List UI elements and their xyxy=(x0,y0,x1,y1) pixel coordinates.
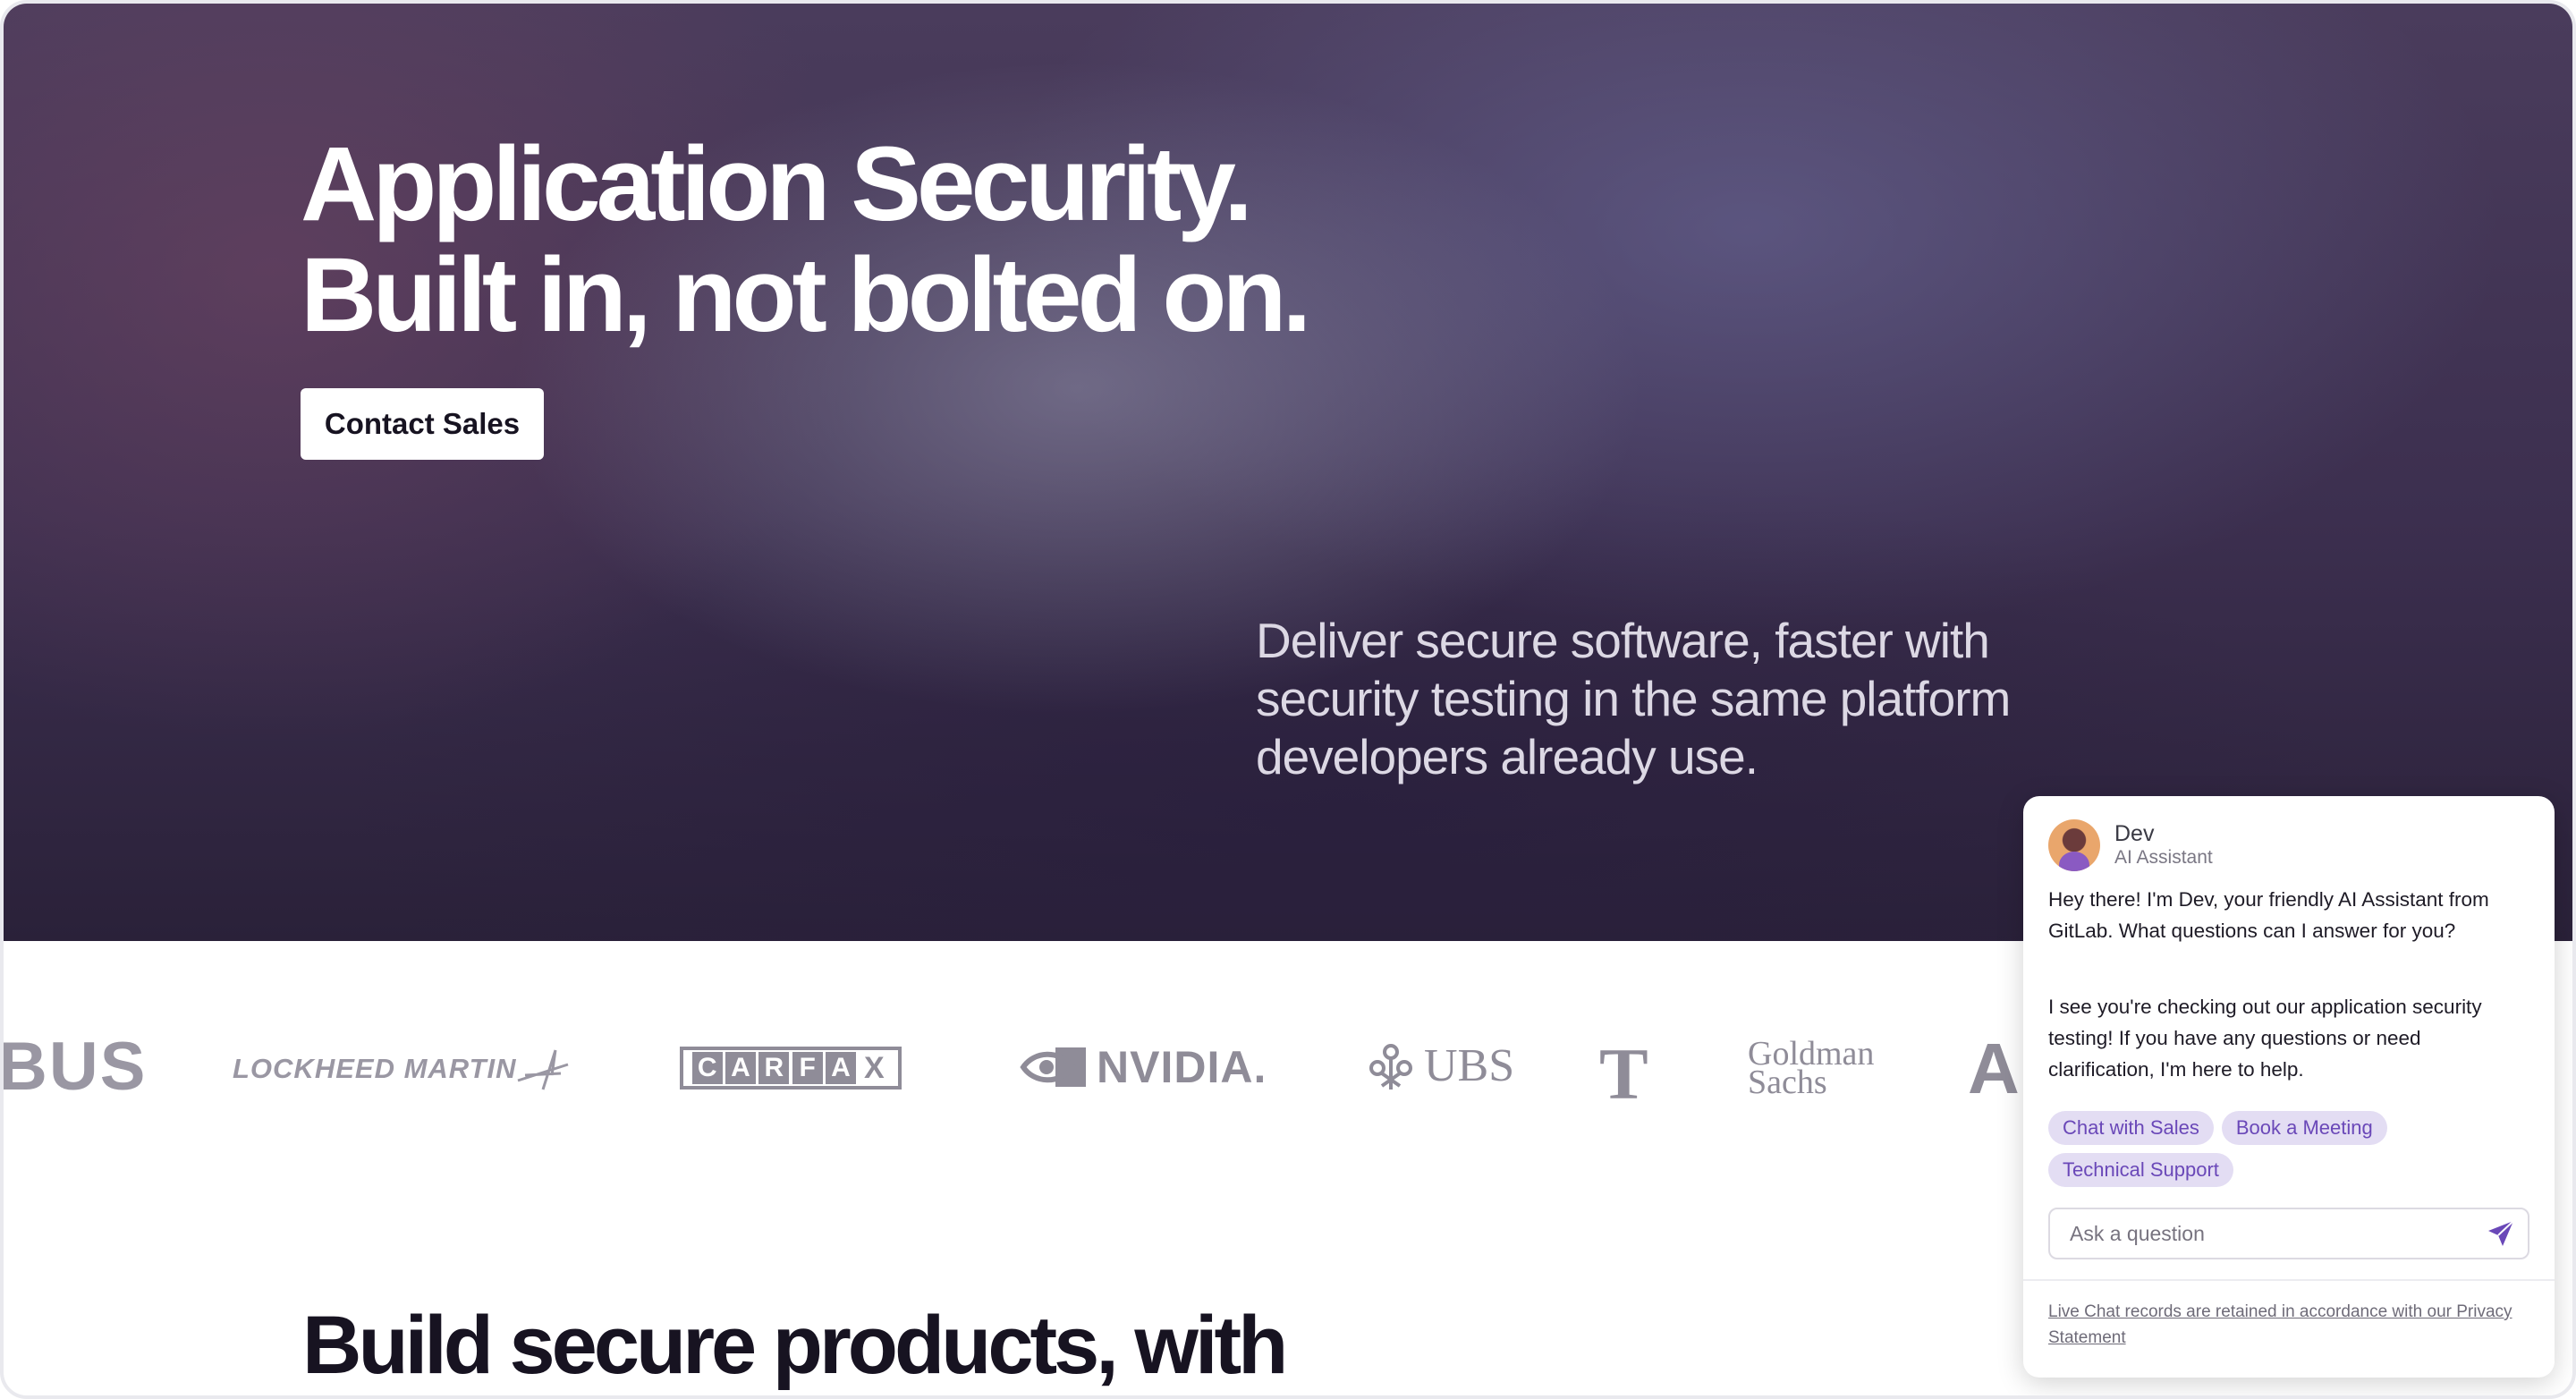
chat-with-sales-chip[interactable]: Chat with Sales xyxy=(2048,1111,2214,1145)
airbus-logo: BUS xyxy=(0,1029,148,1105)
hero-subtitle: Deliver secure software, faster with sec… xyxy=(1256,613,2011,784)
lockheed-martin-wordmark: LOCKHEED MARTIN xyxy=(233,1053,517,1085)
browser-viewport: Application Security. Built in, not bolt… xyxy=(0,0,2576,1399)
section-title: Build secure products, with xyxy=(302,1300,1288,1391)
ubs-wordmark: UBS xyxy=(1424,1040,1515,1091)
carfax-letter: F xyxy=(792,1052,823,1084)
send-button[interactable] xyxy=(2474,1209,2528,1258)
avatar xyxy=(2048,819,2100,871)
hero-title-line-1: Application Security. xyxy=(301,125,1253,243)
star-icon xyxy=(517,1049,569,1090)
hero-title: Application Security. Built in, not bolt… xyxy=(301,125,1311,354)
nvidia-eye-icon xyxy=(1020,1047,1086,1087)
nvidia-wordmark: NVIDIA. xyxy=(1097,1042,1267,1092)
send-icon xyxy=(2488,1220,2514,1246)
partial-logo: A xyxy=(1968,1029,2020,1108)
carfax-letter: A xyxy=(825,1052,856,1084)
chat-message: I see you're checking out our applicatio… xyxy=(2048,996,2482,1081)
chat-widget: Dev AI Assistant Hey there! I'm Dev, you… xyxy=(2023,796,2555,1378)
hero-title-line-2: Built in, not bolted on. xyxy=(301,236,1311,354)
contact-sales-button[interactable]: Contact Sales xyxy=(301,388,544,460)
quick-reply-chips: Chat with Sales Book a Meeting Technical… xyxy=(2048,1111,2531,1187)
lockheed-martin-logo: LOCKHEED MARTIN xyxy=(233,1048,570,1093)
carfax-letter: C xyxy=(691,1052,723,1084)
carfax-logo: C A R F A X xyxy=(680,1047,902,1090)
goldman-sachs-logo: Goldman Sachs xyxy=(1748,1037,1874,1099)
carfax-letter: A xyxy=(724,1052,756,1084)
ubs-logo: UBS xyxy=(1367,1039,1514,1092)
book-meeting-chip[interactable]: Book a Meeting xyxy=(2221,1111,2387,1145)
divider xyxy=(2023,1279,2555,1281)
technical-support-chip[interactable]: Technical Support xyxy=(2048,1153,2233,1187)
ask-question-input[interactable] xyxy=(2050,1209,2474,1258)
carfax-letter: X xyxy=(859,1052,890,1084)
carfax-letter: R xyxy=(758,1052,790,1084)
keys-icon xyxy=(1369,1043,1412,1090)
telekom-logo: T xyxy=(1599,1033,1648,1115)
privacy-statement-link[interactable]: Live Chat records are retained in accord… xyxy=(2048,1299,2531,1351)
chat-header: Dev AI Assistant xyxy=(2048,819,2213,871)
agent-name: Dev xyxy=(2114,821,2155,846)
agent-role: AI Assistant xyxy=(2114,847,2213,868)
nvidia-logo: NVIDIA. xyxy=(1020,1041,1267,1093)
chat-message: Hey there! I'm Dev, your friendly AI Ass… xyxy=(2048,888,2489,942)
chat-input-box xyxy=(2048,1208,2529,1259)
